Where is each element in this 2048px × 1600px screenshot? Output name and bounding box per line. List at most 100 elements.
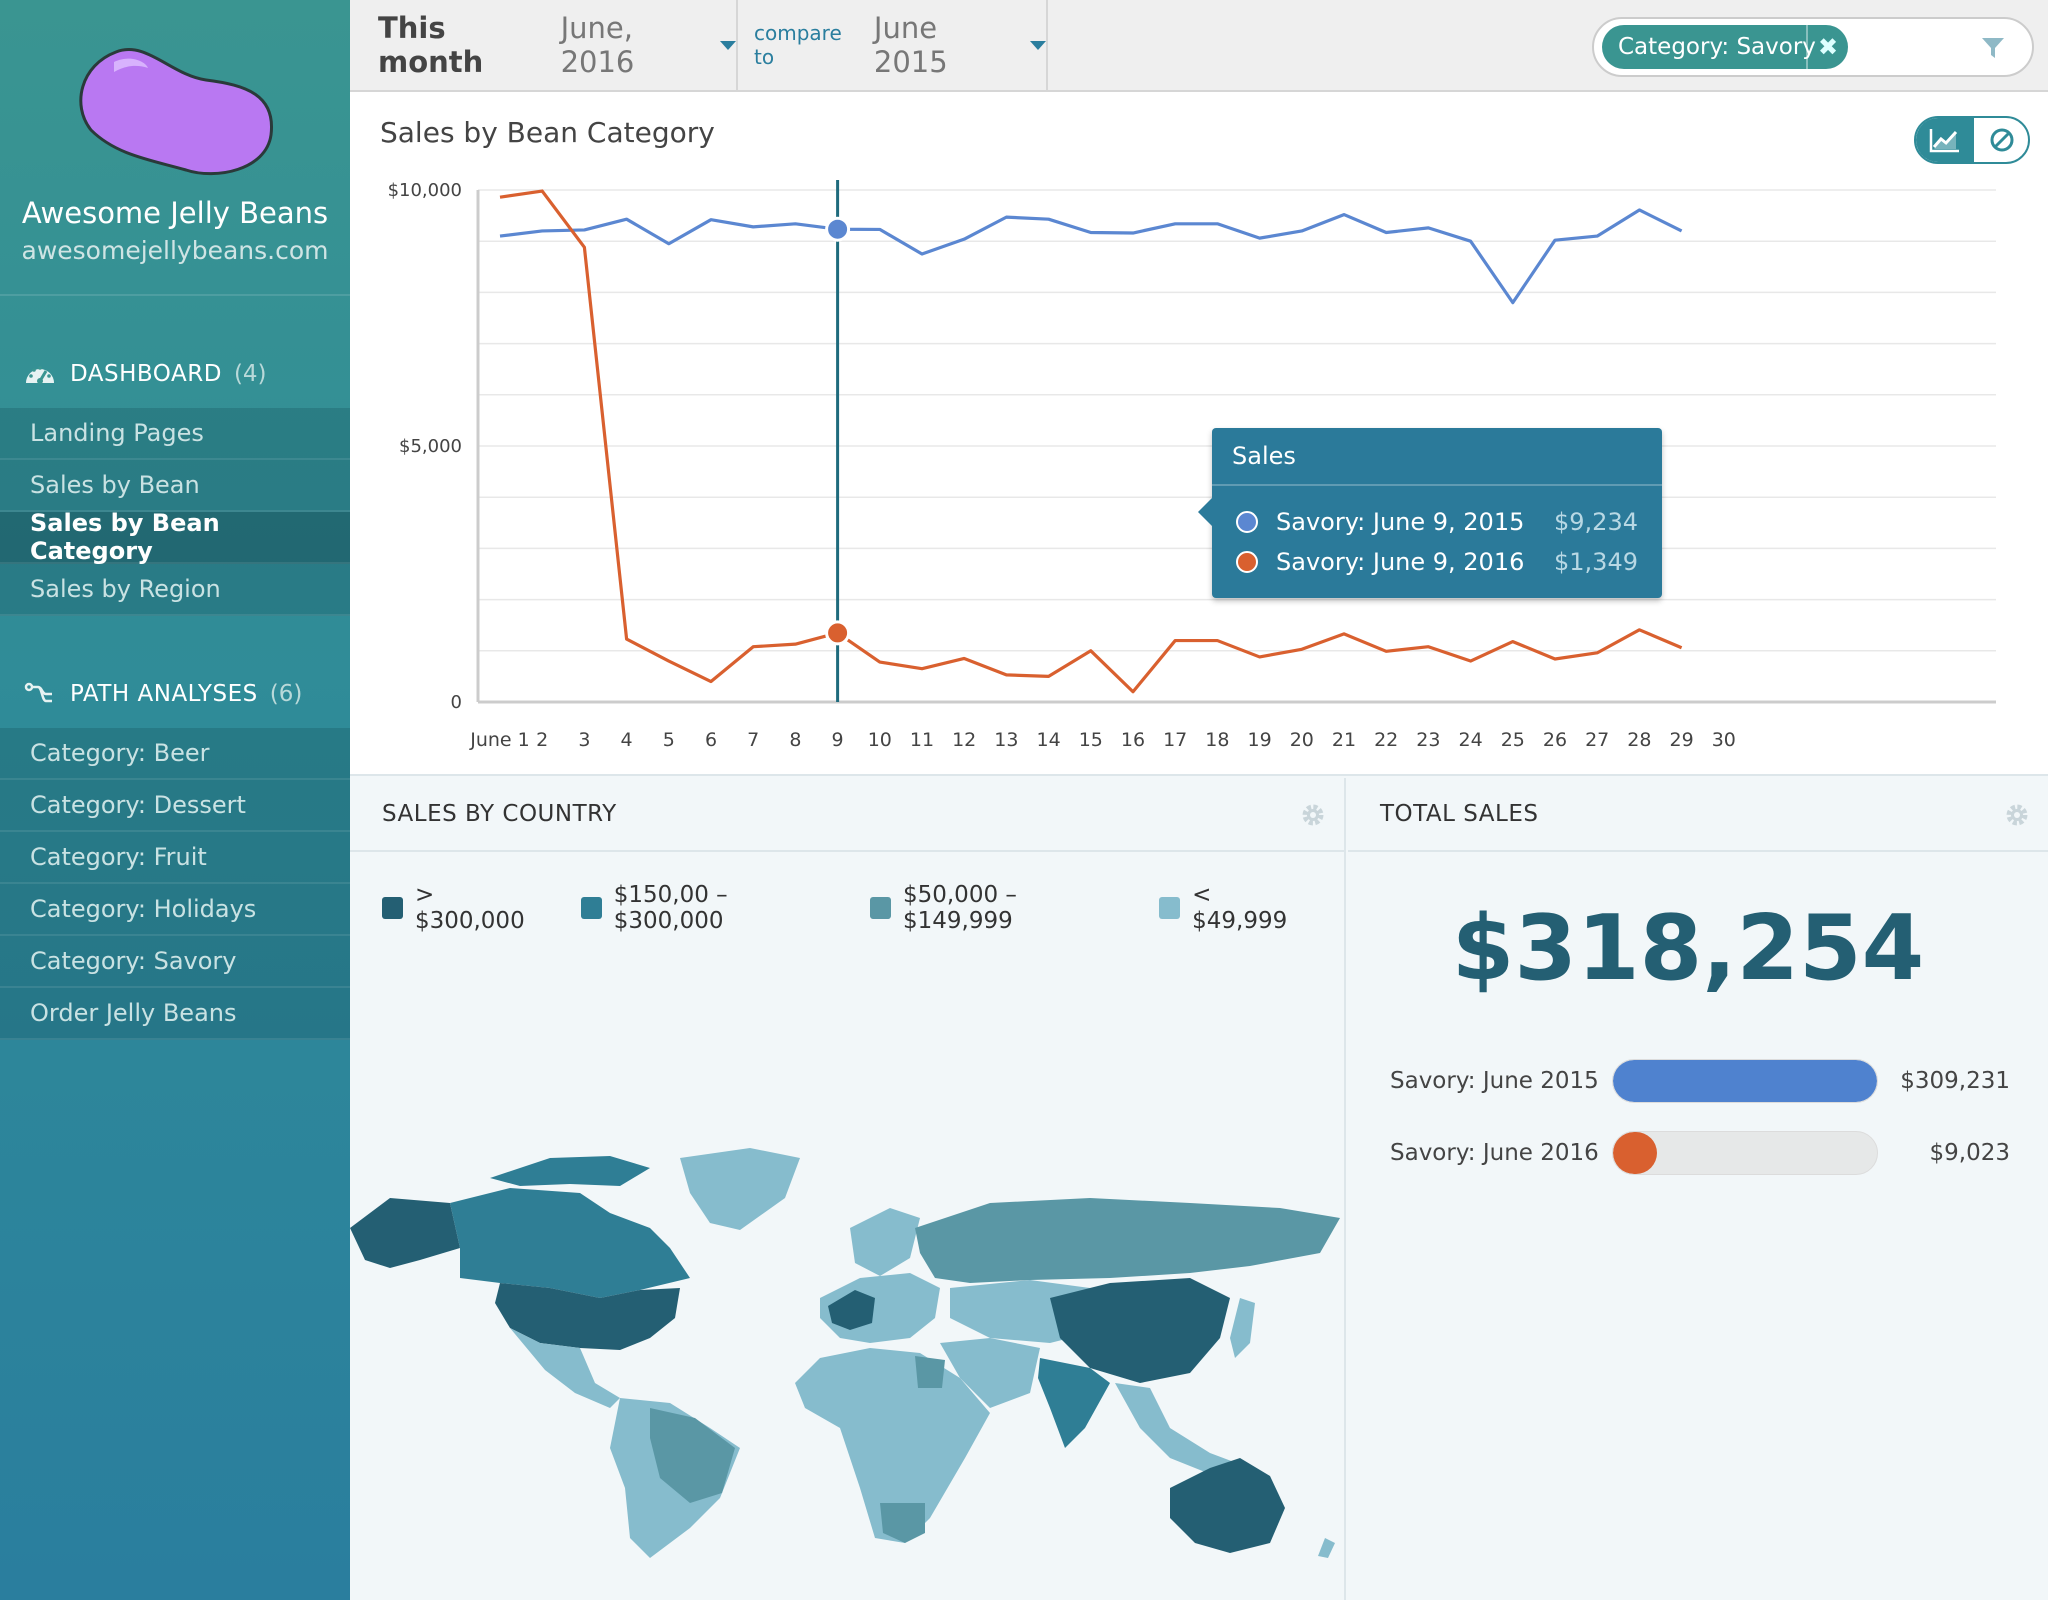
compare-value: June 2015	[873, 11, 948, 79]
x-tick-label: 21	[1332, 729, 1356, 751]
map-region-russia[interactable]	[915, 1198, 1340, 1283]
filter-input[interactable]: Category: Savory ✖	[1592, 17, 2034, 77]
filter-chip-label: Category: Savory	[1618, 34, 1816, 60]
tooltip-row-label: Savory: June 9, 2015	[1276, 508, 1525, 536]
x-tick-label: 6	[705, 729, 717, 751]
chart-tooltip: Sales Savory: June 9, 2015 $9,234 Savory…	[1198, 428, 1662, 598]
sidebar-item-category-savory[interactable]: Category: Savory	[0, 936, 350, 988]
sidebar: Awesome Jelly Beans awesomejellybeans.co…	[0, 0, 350, 1600]
sidebar-item-category-fruit[interactable]: Category: Fruit	[0, 832, 350, 884]
sales-line-chart: $10,000$5,0000June 1 2 3 4 5 6 7 8 9 10 11 12 13 14 15…	[388, 180, 1996, 751]
compare-selector[interactable]: compare to June 2015	[738, 0, 1048, 90]
map-region-alaska[interactable]	[350, 1198, 460, 1268]
dashboard-section-count: (4)	[233, 361, 267, 387]
map-region-canada[interactable]	[450, 1188, 690, 1298]
dashboard-section-header[interactable]: DASHBOARD (4)	[0, 344, 350, 404]
map-region-japan[interactable]	[1230, 1298, 1255, 1358]
sales-chart-panel: Sales by Bean Category $10,000 $5,000 0 Jun…	[350, 92, 2048, 776]
series-dot-2015	[1236, 511, 1258, 533]
path-analyses-section-header[interactable]: PATH ANALYSES (6)	[0, 664, 350, 724]
panel-title: SALES BY COUNTRY	[382, 801, 617, 827]
x-tick-label: 23	[1416, 729, 1440, 751]
x-tick-label: 18	[1205, 729, 1229, 751]
path-analyses-nav-list: Category: Beer Category: Dessert Categor…	[0, 728, 350, 1040]
chevron-down-icon	[720, 40, 736, 50]
legend-label: $50,000 – $149,999	[902, 882, 1017, 934]
map-region-new-zealand[interactable]	[1318, 1538, 1335, 1558]
x-tick-label: 9	[832, 729, 844, 751]
map-region-australia[interactable]	[1170, 1458, 1285, 1553]
dashboard-nav-list: Landing Pages Sales by Bean Sales by Bea…	[0, 408, 350, 616]
total-sales-panel: TOTAL SALES $318,254 Savory: June 2015 $…	[1348, 778, 2048, 1600]
map-region-egypt[interactable]	[915, 1356, 945, 1388]
x-tick-label: 16	[1121, 729, 1145, 751]
filter-chip[interactable]: Category: Savory ✖	[1602, 25, 1848, 69]
legend-label: > $300,000	[414, 882, 525, 934]
series-dot-2016	[1236, 551, 1258, 573]
x-tick-label: 5	[663, 729, 675, 751]
comparison-bar	[1612, 1059, 1878, 1103]
comparison-value: $9,023	[1929, 1140, 2010, 1166]
x-tick-label: 20	[1290, 729, 1314, 751]
sidebar-item-sales-by-bean-category[interactable]: Sales by Bean Category	[0, 509, 350, 565]
x-tick-label: 24	[1459, 729, 1483, 751]
total-sales-header: TOTAL SALES	[1348, 778, 2048, 852]
map-region-india[interactable]	[1038, 1358, 1110, 1448]
world-choropleth-map[interactable]	[350, 998, 1346, 1558]
sidebar-item-category-holidays[interactable]: Category: Holidays	[0, 884, 350, 936]
comparison-bar-fill	[1613, 1132, 1657, 1174]
dashboard-gauge-icon	[24, 359, 58, 389]
y-tick-label: $5,000	[399, 436, 462, 457]
tooltip-row-value: $1,349	[1554, 548, 1638, 576]
comparison-bar	[1612, 1131, 1878, 1175]
tooltip-row-label: Savory: June 9, 2016	[1276, 548, 1525, 576]
top-bar: This month June, 2016 compare to June 20…	[350, 0, 2048, 92]
x-tick-label: 15	[1079, 729, 1103, 751]
comparison-row: Savory: June 2015 $309,231	[1390, 1058, 2010, 1104]
gear-icon[interactable]	[1300, 802, 1326, 828]
x-tick-label: 14	[1037, 729, 1061, 751]
x-tick-label: 17	[1163, 729, 1187, 751]
sidebar-item-landing-pages[interactable]: Landing Pages	[0, 408, 350, 460]
sidebar-item-category-beer[interactable]: Category: Beer	[0, 728, 350, 780]
map-legend: > $300,000 $150,00 – $300,000 $50,000 – …	[382, 882, 1344, 934]
legend-label: < $49,999	[1192, 882, 1288, 934]
legend-item: > $300,000	[382, 882, 545, 934]
period-value: June, 2016	[560, 11, 635, 79]
sidebar-item-category-dessert[interactable]: Category: Dessert	[0, 780, 350, 832]
y-tick-label: 0	[451, 692, 462, 713]
legend-item: < $49,999	[1159, 882, 1308, 934]
x-tick-label: 11	[910, 729, 934, 751]
gear-icon[interactable]	[2004, 802, 2030, 828]
close-icon[interactable]: ✖	[1806, 25, 1848, 69]
compare-label: compare to	[754, 21, 842, 69]
path-analysis-icon	[24, 679, 58, 709]
dashboard-section-title: DASHBOARD	[70, 361, 222, 387]
x-tick-label: 26	[1543, 729, 1567, 751]
legend-swatch	[580, 897, 602, 919]
sidebar-item-order-jelly-beans[interactable]: Order Jelly Beans	[0, 988, 350, 1040]
x-tick-label: 28	[1627, 729, 1651, 751]
period-selector[interactable]: This month June, 2016	[350, 0, 738, 90]
series-highlight-point-1	[825, 620, 851, 646]
sales-by-country-header: SALES BY COUNTRY	[350, 778, 1344, 852]
sidebar-item-sales-by-region[interactable]: Sales by Region	[0, 564, 350, 616]
series-line-0	[499, 208, 1683, 305]
x-tick-label: 22	[1374, 729, 1398, 751]
comparison-label: Savory: June 2016	[1390, 1140, 1599, 1166]
tooltip-title: Sales	[1212, 428, 1662, 486]
period-label: This month	[378, 11, 484, 79]
map-region-arctic-islands[interactable]	[490, 1156, 650, 1186]
x-tick-label: 4	[621, 729, 633, 751]
x-tick-label: 7	[747, 729, 759, 751]
map-region-scandinavia[interactable]	[850, 1208, 920, 1276]
tooltip-row-value: $9,234	[1554, 508, 1638, 536]
tooltip-row: Savory: June 9, 2016 $1,349	[1236, 542, 1638, 582]
x-tick-label: 27	[1585, 729, 1609, 751]
filter-funnel-icon[interactable]	[1980, 35, 2006, 61]
x-tick-label: 19	[1248, 729, 1272, 751]
total-sales-value: $318,254	[1451, 896, 1925, 1001]
map-region-greenland[interactable]	[680, 1148, 800, 1230]
sidebar-item-sales-by-bean[interactable]: Sales by Bean	[0, 460, 350, 512]
x-tick-label: 12	[952, 729, 976, 751]
